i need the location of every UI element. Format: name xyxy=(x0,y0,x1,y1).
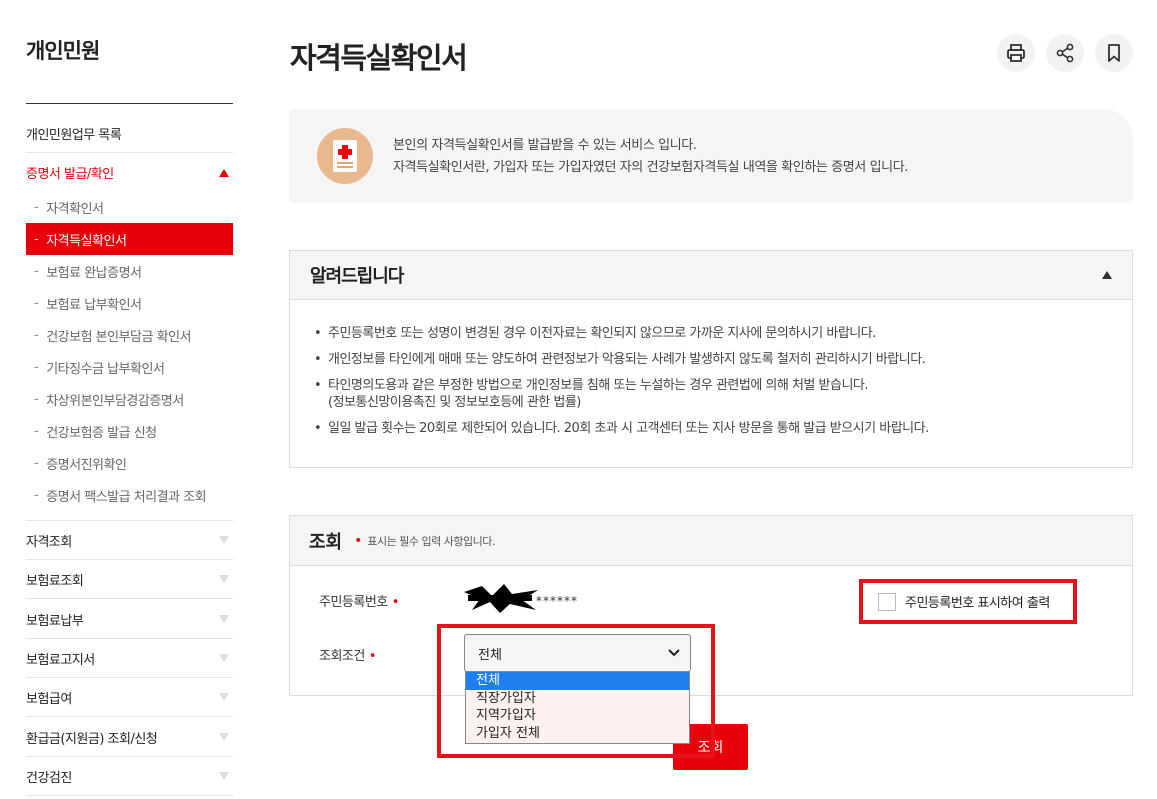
highlight-box-select xyxy=(437,624,715,758)
sidebar-subitem[interactable]: - 건강보험증 발급 신청 xyxy=(26,415,233,447)
expand-icon xyxy=(219,693,229,701)
sidebar-subitem[interactable]: - 자격확인서 xyxy=(26,191,233,223)
sidebar-subitem[interactable]: - 차상위본인부담경감증명서 xyxy=(26,383,233,415)
expand-icon xyxy=(219,772,229,780)
sidebar-section-label: 증명서 발급/확인 xyxy=(26,167,114,182)
sidebar-subitem[interactable]: - 보험료 완납증명서 xyxy=(26,255,233,287)
query-title: 조회 xyxy=(309,531,343,553)
bookmark-button[interactable] xyxy=(1095,34,1133,72)
share-button[interactable] xyxy=(1046,34,1084,72)
condition-label: 조회조건 • xyxy=(319,649,377,664)
service-intro: 본인의 자격득실확인서를 발급받을 수 있는 서비스 입니다. 자격득실확인서란… xyxy=(289,109,1133,203)
rrn-value: ****** xyxy=(536,594,578,608)
sidebar-section-checkup[interactable]: 건강검진 xyxy=(26,757,233,796)
sidebar-section-premium-payment[interactable]: 보험료납부 xyxy=(26,600,233,639)
sidebar-section-premium-inquiry[interactable]: 보험료조회 xyxy=(26,560,233,599)
list-item: 개인정보를 타인에게 매매 또는 양도하여 관련정보가 악용되는 사례가 발생하… xyxy=(314,351,1132,368)
sidebar-section-certificates[interactable]: 증명서 발급/확인 xyxy=(26,153,233,192)
collapse-icon xyxy=(219,168,229,177)
list-item: 타인명의도용과 같은 부정한 방법으로 개인정보를 침해 또는 누설하는 경우 … xyxy=(314,377,1132,411)
sidebar-section-benefits[interactable]: 보험급여 xyxy=(26,678,233,717)
required-note: 표시는 필수 입력 사항입니다. xyxy=(367,534,495,548)
expand-icon xyxy=(219,733,229,741)
expand-icon xyxy=(219,536,229,544)
sidebar-section-premium-bill[interactable]: 보험료고지서 xyxy=(26,639,233,678)
sidebar-subitem[interactable]: - 증명서진위확인 xyxy=(26,447,233,479)
query-header: 조회 • 표시는 필수 입력 사항입니다. xyxy=(290,516,1132,566)
notice-title: 알려드립니다 xyxy=(310,266,404,287)
share-icon xyxy=(1056,43,1074,63)
sidebar-subitem[interactable]: - 건강보험 본인부담금 확인서 xyxy=(26,319,233,351)
notice-header[interactable]: 알려드립니다 xyxy=(290,251,1132,300)
list-item: 주민등록번호 또는 성명이 변경된 경우 이전자료는 확인되지 않으므로 가까운… xyxy=(314,325,1132,342)
print-button[interactable] xyxy=(997,34,1035,72)
required-dot: • xyxy=(354,532,363,549)
sidebar-subitem-active[interactable]: - 자격득실확인서 xyxy=(26,223,233,255)
expand-icon xyxy=(219,575,229,583)
sidebar-divider xyxy=(26,103,233,104)
collapse-icon[interactable] xyxy=(1102,271,1112,279)
bookmark-icon xyxy=(1108,44,1120,62)
sidebar-subitem[interactable]: - 기타징수금 납부확인서 xyxy=(26,351,233,383)
page-title: 자격득실확인서 xyxy=(290,41,468,75)
sidebar-subitem[interactable]: - 보험료 납부확인서 xyxy=(26,287,233,319)
rrn-label: 주민등록번호 • xyxy=(319,595,399,610)
expand-icon xyxy=(219,615,229,623)
sidebar-item-label: 개인민원업무 목록 xyxy=(26,127,122,143)
sidebar-subitem[interactable]: - 증명서 팩스발급 처리결과 조회 xyxy=(26,479,233,511)
sidebar-item-list[interactable]: 개인민원업무 목록 xyxy=(26,114,233,153)
intro-text: 본인의 자격득실확인서를 발급받을 수 있는 서비스 입니다. 자격득실확인서란… xyxy=(393,138,909,175)
notice-list: 주민등록번호 또는 성명이 변경된 경우 이전자료는 확인되지 않으므로 가까운… xyxy=(290,300,1132,437)
sidebar-title: 개인민원 xyxy=(26,39,100,63)
printer-icon xyxy=(1007,44,1025,62)
notice-panel: 알려드립니다 주민등록번호 또는 성명이 변경된 경우 이전자료는 확인되지 않… xyxy=(289,250,1133,468)
list-item: 일일 발급 횟수는 20회로 제한되어 있습니다. 20회 초과 시 고객센터 … xyxy=(314,420,1132,437)
sidebar-section-eligibility[interactable]: 자격조회 xyxy=(26,521,233,560)
expand-icon xyxy=(219,654,229,662)
sidebar-section-refund[interactable]: 환급금(지원금) 조회/신청 xyxy=(26,718,233,757)
highlight-box-checkbox xyxy=(859,579,1077,624)
redaction-scribble xyxy=(464,584,538,613)
document-icon xyxy=(317,128,373,184)
